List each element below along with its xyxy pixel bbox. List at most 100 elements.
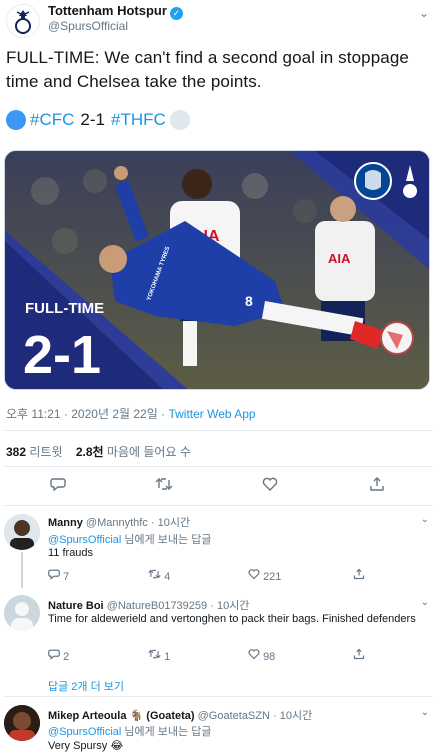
author-handle[interactable]: @SpursOfficial xyxy=(48,19,128,33)
meta-separator: · xyxy=(161,407,166,421)
reply-avatar-default[interactable] xyxy=(4,595,40,631)
author-name-row[interactable]: Tottenham Hotspur ✓ xyxy=(48,3,183,20)
meta-separator: · xyxy=(150,517,155,529)
reply-menu-chevron-icon[interactable]: ⌄ xyxy=(421,597,429,608)
verified-icon: ✓ xyxy=(169,7,183,20)
spurs-white-circle-icon xyxy=(169,110,190,130)
tweet-score-line: #CFC 2-1 #THFC xyxy=(6,110,190,130)
reply-retweet-button[interactable]: 4 xyxy=(148,568,170,583)
media-fulltime-label: FULL-TIME xyxy=(25,300,104,317)
reply-retweet-count: 1 xyxy=(164,651,171,663)
reply-menu-chevron-icon[interactable]: ⌄ xyxy=(421,707,429,718)
reply-actions: 7 4 221 xyxy=(48,568,428,583)
retweet-icon xyxy=(148,649,161,659)
reply-author-name-suffix: (Goateta) xyxy=(146,710,195,722)
reply-reply-count: 2 xyxy=(63,651,70,663)
divider xyxy=(4,466,433,467)
tweet-time[interactable]: 오후 11:21 xyxy=(6,407,61,421)
tweet-source-app[interactable]: Twitter Web App xyxy=(168,407,255,421)
reply-to-line: @SpursOfficial 님에게 보내는 답글 xyxy=(48,723,211,739)
retweet-label: 리트윗 xyxy=(29,445,63,459)
reply-like-button[interactable]: 98 xyxy=(248,648,275,663)
reply-icon[interactable] xyxy=(50,476,66,497)
divider xyxy=(4,696,433,697)
reply-share-button[interactable] xyxy=(353,568,365,583)
author-avatar[interactable] xyxy=(6,4,40,38)
reply-time[interactable]: 10시간 xyxy=(217,600,249,612)
reply-icon xyxy=(48,649,60,660)
like-count: 2.8천 xyxy=(75,445,104,459)
like-icon xyxy=(248,649,260,660)
media-shirt-number: 8 xyxy=(245,293,253,309)
reply-to-label: 님에게 보내는 답글 xyxy=(124,534,212,546)
match-photo-graphic: AIA AIA 8 YOKOHAMA TYRES FULL-TIME 2-1 xyxy=(5,151,429,389)
reply-author-name[interactable]: Manny xyxy=(48,517,83,529)
reply-to-handle[interactable]: @SpursOfficial xyxy=(48,726,121,738)
reply-icon xyxy=(48,569,60,580)
reply-to-handle[interactable]: @SpursOfficial xyxy=(48,534,121,546)
reply-author-handle[interactable]: @Mannythfc xyxy=(86,517,148,529)
retweet-icon xyxy=(148,569,161,579)
like-label: 마음에 들어요 수 xyxy=(106,445,191,459)
spurs-crest-icon xyxy=(15,10,31,34)
meta-separator: · xyxy=(63,407,68,421)
hashtag-thfc[interactable]: #THFC xyxy=(111,110,166,130)
tweet-date[interactable]: 2020년 2월 22일 xyxy=(71,407,158,421)
reply-text: Time for aldewerield and vertonghen to p… xyxy=(48,613,416,625)
reply-author-name[interactable]: Nature Boi xyxy=(48,600,104,612)
reply-header: Manny @Mannythfc · 10시간 xyxy=(48,514,190,530)
reply-time[interactable]: 10시간 xyxy=(280,710,312,722)
tweet-text: FULL-TIME: We can't find a second goal i… xyxy=(6,48,409,91)
reply-to-label: 님에게 보내는 답글 xyxy=(124,726,212,738)
reply-reply-button[interactable]: 7 xyxy=(48,568,69,583)
reply-avatar[interactable] xyxy=(4,705,40,741)
share-icon xyxy=(353,648,365,660)
reply-text-row: Very Spursy 😂 xyxy=(48,739,428,753)
reply-header: Nature Boi @NatureB01739259 · 10시간 xyxy=(48,597,249,613)
reply-text: Very Spursy xyxy=(48,740,108,752)
reply-time[interactable]: 10시간 xyxy=(158,517,190,529)
show-more-replies-link[interactable]: 답글 2개 더 보기 xyxy=(48,678,124,694)
reply-reply-count: 7 xyxy=(63,571,70,583)
reply-like-count: 221 xyxy=(263,571,282,583)
reply-retweet-count: 4 xyxy=(164,571,171,583)
reply-author-name[interactable]: Mikep Arteoula xyxy=(48,710,126,722)
reply-menu-chevron-icon[interactable]: ⌄ xyxy=(421,514,429,525)
laughing-emoji-icon: 😂 xyxy=(110,740,124,752)
author-name[interactable]: Tottenham Hotspur xyxy=(48,3,167,18)
reply-share-button[interactable] xyxy=(353,648,365,663)
tweet-actions xyxy=(0,476,437,498)
media-shirt-sponsor-2: AIA xyxy=(328,251,351,266)
tweet-meta: 오후 11:21 · 2020년 2월 22일 · Twitter Web Ap… xyxy=(6,405,256,422)
retweet-stat[interactable]: 382 리트윗 xyxy=(6,445,63,459)
goat-emoji-icon: 🐐 xyxy=(129,710,144,722)
reply-header: Mikep Arteoula 🐐 (Goateta) @GoatetaSZN ·… xyxy=(48,707,312,723)
reply-avatar[interactable] xyxy=(4,514,40,550)
divider xyxy=(4,430,433,431)
retweet-count: 382 xyxy=(6,445,27,459)
hashtag-cfc[interactable]: #CFC xyxy=(30,110,74,130)
meta-separator: · xyxy=(273,710,277,722)
like-stat[interactable]: 2.8천 마음에 들어요 수 xyxy=(76,445,191,459)
reply-like-count: 98 xyxy=(263,651,276,663)
tweet-menu-chevron-icon[interactable]: ⌄ xyxy=(419,6,429,20)
divider xyxy=(4,505,433,506)
reply-author-handle[interactable]: @GoatetaSZN xyxy=(198,710,270,722)
default-avatar-icon xyxy=(4,595,40,631)
share-icon[interactable] xyxy=(369,476,385,497)
reply-to-line: @SpursOfficial 님에게 보내는 답글 xyxy=(48,531,211,547)
score-text: 2-1 xyxy=(80,110,105,129)
reply-author-handle[interactable]: @NatureB01739259 xyxy=(107,600,207,612)
like-icon[interactable] xyxy=(262,476,278,497)
share-icon xyxy=(353,568,365,580)
tweet-header: Tottenham Hotspur ✓ @SpursOfficial ⌄ xyxy=(0,0,437,40)
meta-separator: · xyxy=(210,600,214,612)
reply-like-button[interactable]: 221 xyxy=(248,568,281,583)
media-score: 2-1 xyxy=(23,325,101,385)
reply-actions: 2 1 98 xyxy=(48,648,428,663)
reply-reply-button[interactable]: 2 xyxy=(48,648,69,663)
retweet-icon[interactable] xyxy=(155,476,173,497)
reply-retweet-button[interactable]: 1 xyxy=(148,648,170,663)
tweet-media-image[interactable]: AIA AIA 8 YOKOHAMA TYRES FULL-TIME 2-1 xyxy=(4,150,430,390)
tweet-stats: 382 리트윗 2.8천 마음에 들어요 수 xyxy=(6,443,191,460)
